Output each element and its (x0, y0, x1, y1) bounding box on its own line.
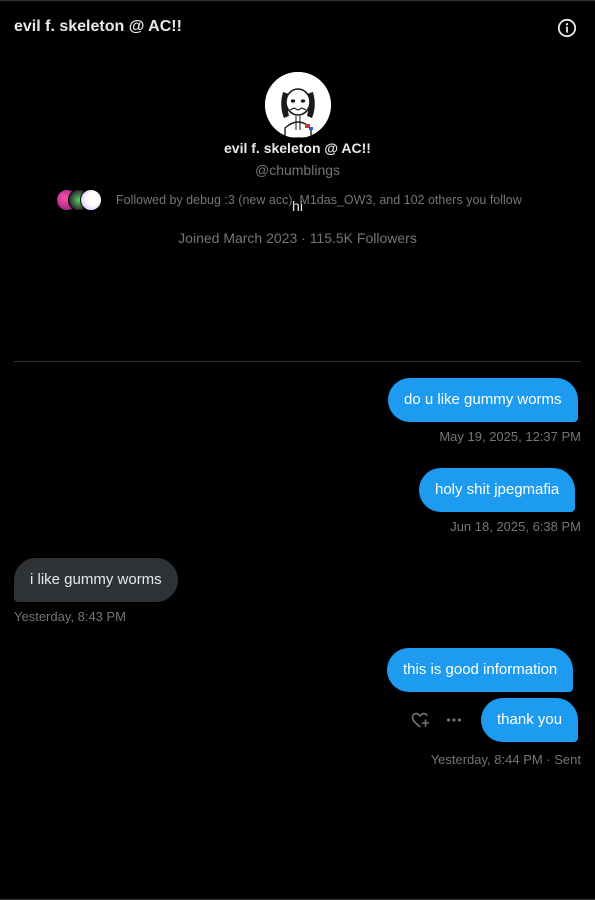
profile-display-name[interactable]: evil f. skeleton @ AC!! (0, 140, 595, 156)
info-icon[interactable] (556, 17, 578, 39)
followed-by-row[interactable]: Followed by debug :3 (new acc), M1das_OW… (56, 188, 522, 212)
message-bubble-sent[interactable]: this is good information (387, 648, 574, 692)
follower-avatars (56, 188, 106, 212)
message-bubble-sent[interactable]: holy shit jpegmafia (419, 468, 576, 512)
conversation-header: evil f. skeleton @ AC!! (0, 0, 595, 56)
profile-handle[interactable]: @chumblings (0, 162, 595, 178)
message-timestamp: May 19, 2025, 12:37 PM (439, 429, 581, 444)
avatar (80, 189, 102, 211)
message-bubble-sent[interactable]: do u like gummy worms (388, 378, 578, 422)
message-timestamp: Yesterday, 8:44 PM · Sent (430, 752, 581, 767)
more-horizontal-icon[interactable] (444, 710, 464, 730)
profile-meta: Joined March 2023 · 115.5K Followers (178, 230, 417, 246)
message-bubble-received[interactable]: i like gummy worms (14, 558, 178, 602)
avatar[interactable] (265, 72, 331, 138)
followed-by-text: Followed by debug :3 (new acc), M1das_OW… (116, 193, 522, 207)
heart-plus-icon[interactable] (410, 710, 430, 730)
message-timestamp: Jun 18, 2025, 6:38 PM (450, 519, 581, 534)
message-bubble-sent[interactable]: thank you (481, 698, 579, 742)
message-timestamp: Yesterday, 8:43 PM (14, 609, 127, 624)
divider (14, 361, 581, 362)
message-actions (410, 708, 472, 732)
conversation-title: evil f. skeleton @ AC!! (14, 18, 182, 35)
